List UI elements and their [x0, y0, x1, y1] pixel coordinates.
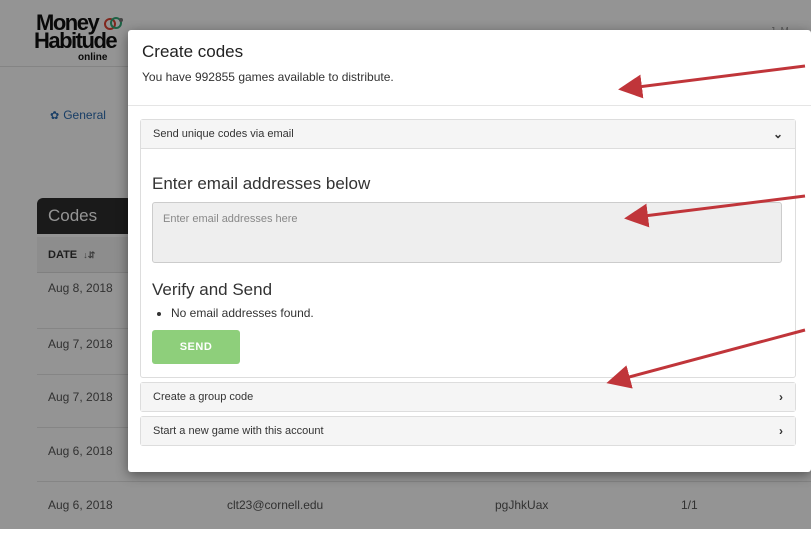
verify-send-title: Verify and Send	[152, 280, 273, 299]
email-codes-panel-body: Enter email addresses below Verify and S…	[141, 148, 795, 364]
enter-emails-title: Enter email addresses below	[152, 174, 371, 193]
email-codes-panel-heading[interactable]: Send unique codes via email ⌄	[141, 120, 795, 148]
group-code-panel: Create a group code ›	[140, 382, 796, 412]
modal-title: Create codes	[142, 42, 244, 61]
chevron-down-icon: ⌄	[772, 127, 783, 141]
verify-message: No email addresses found.	[171, 306, 314, 320]
verify-list: No email addresses found.	[171, 306, 314, 320]
email-codes-heading-label: Send unique codes via email	[153, 128, 294, 140]
group-code-panel-heading[interactable]: Create a group code ›	[141, 383, 795, 411]
new-game-panel-heading[interactable]: Start a new game with this account ›	[141, 417, 795, 445]
new-game-panel: Start a new game with this account ›	[140, 416, 796, 446]
games-available-text: You have 992855 games available to distr…	[142, 70, 394, 84]
email-codes-panel: Send unique codes via email ⌄ Enter emai…	[140, 119, 796, 378]
chevron-right-icon: ›	[779, 390, 783, 404]
new-game-heading-label: Start a new game with this account	[153, 425, 324, 437]
modal-header-divider	[128, 105, 811, 106]
group-code-heading-label: Create a group code	[153, 391, 254, 403]
email-addresses-input[interactable]	[152, 202, 782, 263]
chevron-right-icon: ›	[779, 424, 783, 438]
send-button[interactable]: SEND	[152, 330, 240, 364]
create-codes-modal: Create codes You have 992855 games avail…	[128, 30, 811, 472]
